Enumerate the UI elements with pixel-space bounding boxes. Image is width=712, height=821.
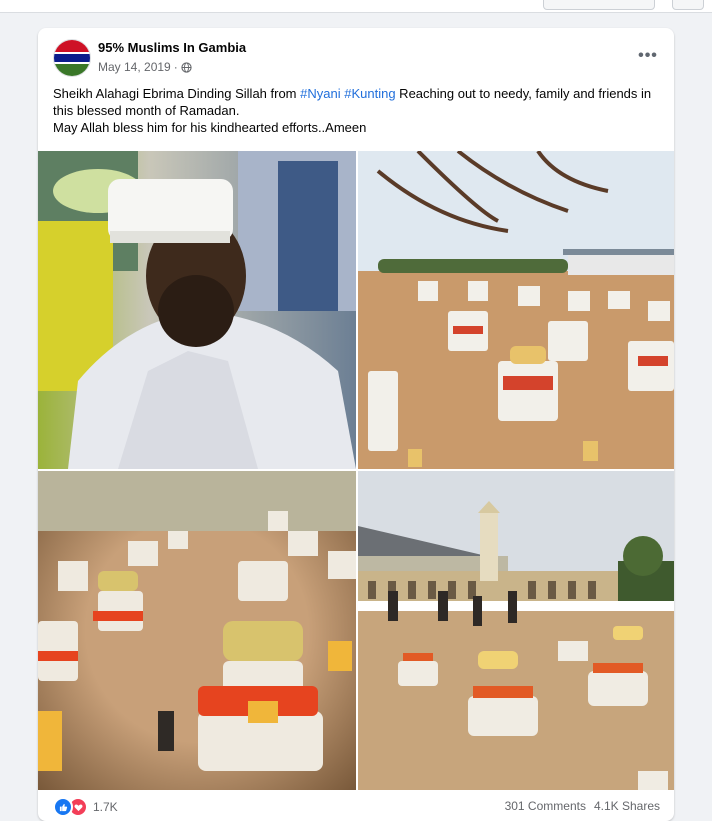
top-bar-button[interactable] xyxy=(543,0,655,10)
reaction-count: 1.7K xyxy=(93,800,118,814)
reactions-summary[interactable]: 1.7K xyxy=(53,797,118,817)
post-footer: 1.7K 301 Comments 4.1K Shares xyxy=(38,790,674,821)
hashtag-nyani[interactable]: #Nyani xyxy=(300,86,340,101)
photo-portrait[interactable] xyxy=(38,151,356,469)
more-options-icon[interactable]: ••• xyxy=(634,42,662,70)
globe-icon xyxy=(181,61,192,73)
page-avatar[interactable] xyxy=(53,39,91,77)
comments-count-link[interactable]: 301 Comments xyxy=(505,799,586,813)
photo-grid xyxy=(38,151,674,790)
photo-food-rows-close[interactable] xyxy=(38,471,356,790)
post-text-line2: May Allah bless him for his kindhearted … xyxy=(53,120,367,135)
food-rows-close-image xyxy=(38,471,356,790)
food-rows-image xyxy=(358,151,674,469)
mosque-image xyxy=(358,471,674,790)
post-date[interactable]: May 14, 2019 xyxy=(98,60,171,74)
like-reaction-icon xyxy=(53,797,73,817)
meta-separator: · xyxy=(173,60,178,74)
post-author[interactable]: 95% Muslims In Gambia xyxy=(98,40,246,55)
post-text: Sheikh Alahagi Ebrima Dinding Sillah fro… xyxy=(53,85,663,136)
top-bar xyxy=(0,0,712,13)
photo-food-rows-tree[interactable] xyxy=(358,151,674,469)
post-meta: May 14, 2019 · xyxy=(98,60,192,74)
post-text-start: Sheikh Alahagi Ebrima Dinding Sillah fro… xyxy=(53,86,301,101)
post-card: 95% Muslims In Gambia May 14, 2019 · •••… xyxy=(38,28,674,821)
hashtag-kunting[interactable]: #Kunting xyxy=(344,86,395,101)
shares-count-link[interactable]: 4.1K Shares xyxy=(594,799,660,813)
top-bar-button[interactable] xyxy=(672,0,704,10)
engagement-stats: 301 Comments 4.1K Shares xyxy=(505,799,660,813)
gambia-flag-icon xyxy=(54,40,90,76)
photo-mosque[interactable] xyxy=(358,471,674,790)
portrait-image xyxy=(38,151,356,469)
